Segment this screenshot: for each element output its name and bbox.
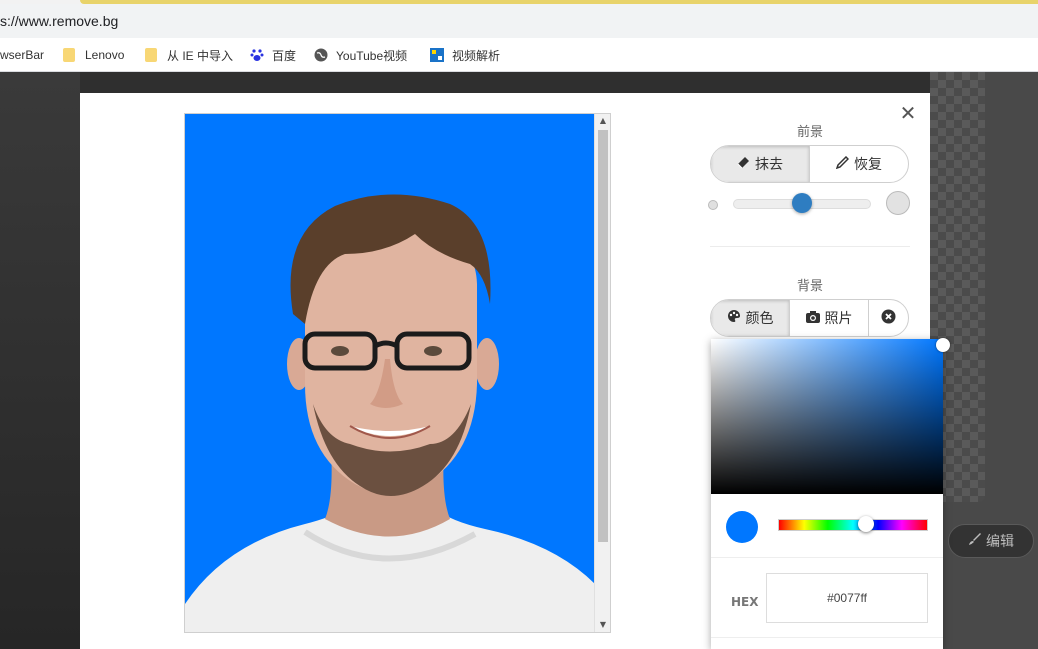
eraser-icon [737,156,750,173]
foreground-title: 前景 [796,125,823,140]
photo-button[interactable]: 照片 [790,300,869,336]
photo-label: 照片 [824,311,853,327]
baidu-paw-icon [250,48,264,62]
bookmark-label: Lenovo [85,48,125,62]
erase-label: 抹去 [755,157,783,173]
backdrop-left [0,72,80,649]
foreground-toggle: 抹去 恢复 [710,145,909,183]
scroll-down-icon[interactable]: ▼ [595,618,610,632]
saturation-value-area[interactable] [711,339,943,494]
scroll-thumb[interactable] [598,130,608,542]
color-picker: HEX [711,338,950,649]
camera-icon [805,310,820,327]
bookmark-import-ie[interactable]: 从 IE 中导入 [145,46,233,64]
picker-divider-bottom [711,637,943,638]
color-button[interactable]: 颜色 [711,300,790,336]
bookmark-baidu[interactable]: 百度 [250,46,296,64]
clear-background-button[interactable] [869,300,908,336]
portrait-image [185,194,595,632]
hue-handle[interactable] [858,516,874,532]
large-brush-icon [886,191,910,215]
folder-icon [63,48,75,62]
folder-icon [145,48,157,62]
erase-button[interactable]: 抹去 [711,146,810,182]
clear-icon [881,309,896,328]
palette-icon [727,309,741,327]
background-title: 背景 [796,279,823,294]
scroll-up-icon[interactable]: ▲ [595,114,610,128]
saturation-handle[interactable] [936,338,950,352]
hex-label: HEX [731,595,759,609]
bookmark-browserbar[interactable]: wserBar [0,46,44,64]
video-parse-icon [430,48,444,62]
bookmark-label: YouTube视频 [336,48,408,63]
bookmark-label: wserBar [0,48,45,62]
restore-label: 恢复 [854,157,882,173]
background-toggle: 颜色 照片 [710,299,909,337]
bookmark-label: 视频解析 [452,48,501,63]
edit-modal: ✕ ▲ ▼ 前景 抹去 恢复 背景 颜色 照片 HEX #0077ff [80,93,950,649]
brush-size-slider[interactable] [708,189,912,219]
bookmark-youtube[interactable]: YouTube视频 [314,46,407,64]
bookmarks-bar: wserBar Lenovo 从 IE 中导入 百度 YouTube视频 视频解… [0,38,1038,72]
bookmark-lenovo[interactable]: Lenovo [63,46,124,64]
hex-input[interactable] [766,573,928,623]
restore-button[interactable]: 恢复 [810,146,908,182]
close-icon[interactable]: ✕ [898,103,918,123]
hue-slider[interactable] [778,519,928,531]
preview-scrollbar[interactable]: ▲ ▼ [594,114,610,632]
bookmark-video-parse[interactable]: 视频解析 [430,46,500,64]
selected-color-swatch [726,511,758,543]
small-brush-icon [708,200,718,210]
pencil-icon [835,155,850,173]
slider-knob[interactable] [792,193,812,213]
picker-divider [711,557,943,558]
section-divider [710,246,910,247]
brush-icon [968,532,982,550]
globe-icon [314,48,328,62]
image-preview[interactable]: ▲ ▼ [184,113,611,633]
color-label: 颜色 [745,311,774,327]
edit-button-label: 编辑 [986,534,1014,550]
edit-button[interactable]: 编辑 [948,524,1034,558]
bookmark-label: 从 IE 中导入 [167,48,234,63]
bookmark-label: 百度 [272,48,297,63]
address-bar[interactable]: s://www.remove.bg [0,4,1038,38]
url-text[interactable]: s://www.remove.bg [0,13,118,29]
